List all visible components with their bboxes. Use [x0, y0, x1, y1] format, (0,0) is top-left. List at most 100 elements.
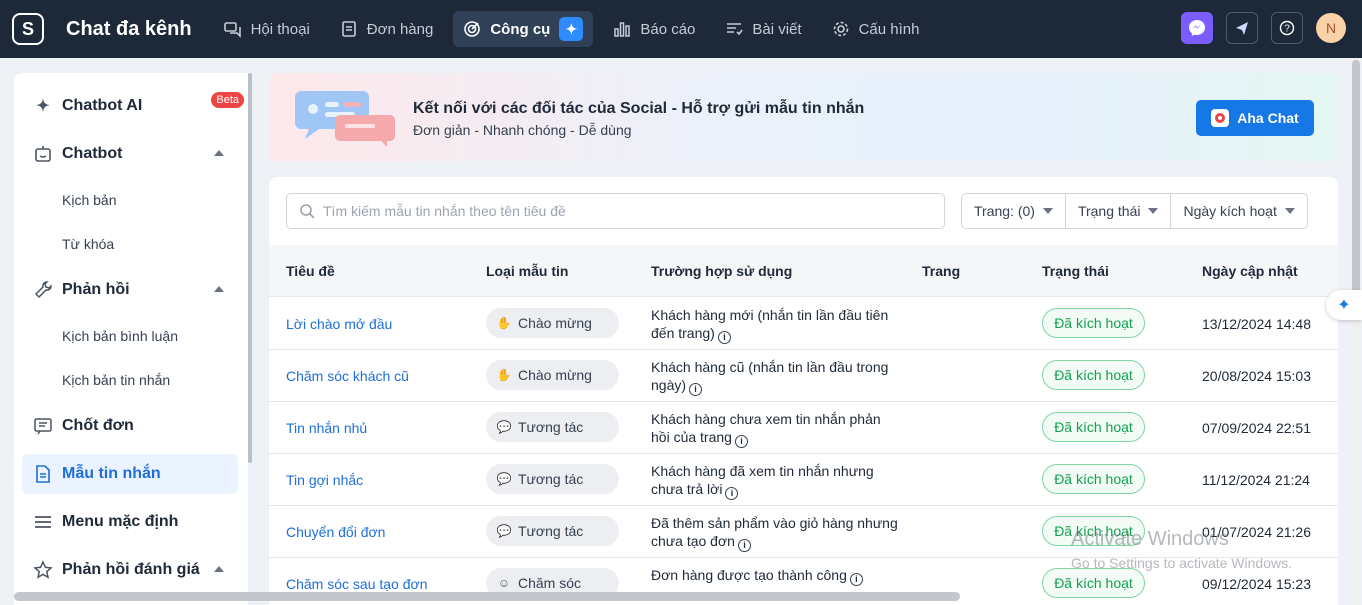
column-header[interactable]: Tiêu đề: [286, 263, 335, 279]
column-header[interactable]: Loại mẫu tin: [486, 263, 568, 279]
table-row[interactable]: Tin nhắn nhủ 💬 Tương tác Khách hàng chưa xe…: [269, 402, 1338, 454]
partner-banner: Kết nối với các đối tác của Social - Hỗ …: [269, 73, 1338, 161]
sidebar-item-review-reply[interactable]: Phản hồi đánh giá: [14, 550, 248, 590]
sidebar-subitem-message-script[interactable]: Kịch bản tin nhắn: [14, 362, 248, 398]
help-button[interactable]: ?: [1271, 12, 1303, 44]
nav-label: Đơn hàng: [366, 20, 434, 38]
sidebar-item-label: Chatbot: [62, 145, 123, 162]
sidebar-item-chatbot[interactable]: Chatbot: [14, 134, 248, 174]
column-header[interactable]: Trạng thái: [1042, 263, 1109, 279]
help-icon: ?: [1279, 20, 1295, 36]
table-row[interactable]: Lời chào mở đầu ✋ Chào mừng Khách hàng mới …: [269, 298, 1338, 350]
sidebar-item-label: Mẫu tin nhắn: [62, 465, 161, 482]
app-logo[interactable]: S: [12, 13, 44, 45]
chat-icon: [223, 22, 241, 38]
usecase-text: Khách hàng mới (nhắn tin lần đầu tiên đế…: [651, 307, 889, 341]
nav-item-tools[interactable]: Công cụ ✦: [453, 11, 594, 47]
chat-bubble-icon: 💬: [496, 524, 512, 538]
nav-item-settings[interactable]: Cấu hình: [822, 11, 930, 47]
messenger-icon: [1189, 20, 1205, 36]
usecase-cell: Khách hàng cũ (nhắn tin lần đầu trong ng…: [651, 358, 901, 396]
search-input[interactable]: [323, 203, 923, 219]
menu-icon: [32, 511, 54, 533]
usecase-text: Đơn hàng được tạo thành công: [651, 567, 847, 583]
messenger-button[interactable]: [1181, 12, 1213, 44]
order-icon: [341, 21, 356, 37]
template-type-label: Chăm sóc: [518, 575, 582, 591]
nav-label: Báo cáo: [640, 20, 696, 38]
filter-activation-date[interactable]: Ngày kích hoạt: [1171, 194, 1306, 228]
template-title-link[interactable]: Lời chào mở đầu: [286, 316, 392, 332]
info-icon[interactable]: i: [849, 572, 863, 586]
nav-item-conversations[interactable]: Hội thoại: [214, 11, 320, 47]
sidebar-item-label: Menu mặc định: [62, 513, 179, 530]
nav-item-orders[interactable]: Đơn hàng: [330, 11, 444, 47]
sidebar-subitem-script[interactable]: Kịch bản: [14, 182, 248, 218]
filter-page[interactable]: Trang: (0): [962, 194, 1066, 228]
usecase-cell: Khách hàng chưa xem tin nhắn phản hồi củ…: [651, 410, 901, 448]
filter-group: Trang: (0) Trạng thái Ngày kích hoạt: [961, 193, 1308, 229]
sidebar-item-reply[interactable]: Phản hồi: [14, 270, 248, 310]
sidebar-item-default-menu[interactable]: Menu mặc định: [14, 502, 248, 542]
updated-date: 11/12/2024 21:24: [1202, 472, 1310, 488]
usecase-text: Đã thêm sản phẩm vào giỏ hàng nhưng chưa…: [651, 515, 898, 549]
info-icon[interactable]: i: [717, 330, 731, 344]
nav-item-reports[interactable]: Báo cáo: [603, 11, 705, 47]
sidebar-item-close-order[interactable]: Chốt đơn: [14, 406, 248, 446]
sidebar-subitem-comment-script[interactable]: Kịch bản bình luận: [14, 318, 248, 354]
chevron-down-icon: [1042, 208, 1053, 214]
template-type-label: Tương tác: [518, 523, 584, 539]
sidebar-item-message-templates[interactable]: Mẫu tin nhắn: [22, 454, 238, 494]
template-title-link[interactable]: Tin nhắn nhủ: [286, 420, 367, 436]
beta-badge: Beta: [211, 92, 244, 108]
template-title-link[interactable]: Chăm sóc khách cũ: [286, 368, 409, 384]
banner-subtitle: Đơn giản - Nhanh chóng - Dễ dùng: [413, 122, 632, 138]
sidebar: ✦ Chatbot AI Beta Chatbot Kịch bản Từ kh…: [14, 73, 248, 605]
usecase-text: Khách hàng cũ (nhắn tin lần đầu trong ng…: [651, 359, 889, 393]
template-type-pill: 💬 Tương tác: [486, 516, 619, 546]
nav-item-posts[interactable]: Bài viết: [715, 11, 811, 47]
search-icon: [300, 204, 315, 219]
info-icon[interactable]: i: [725, 486, 739, 500]
usecase-text: Khách hàng đã xem tin nhắn nhưng chưa tr…: [651, 463, 874, 497]
usecase-cell: Khách hàng mới (nhắn tin lần đầu tiên đế…: [651, 306, 901, 344]
post-icon: [727, 23, 744, 36]
sidebar-item-chatbot-ai[interactable]: ✦ Chatbot AI Beta: [14, 86, 248, 126]
sparkle-icon: ✦: [36, 98, 50, 115]
floating-ai-button[interactable]: ✦: [1326, 290, 1362, 320]
table-row[interactable]: Chăm sóc khách cũ ✋ Chào mừng Khách hàng cũ…: [269, 350, 1338, 402]
filter-label: Ngày kích hoạt: [1183, 203, 1277, 219]
template-title-link[interactable]: Chuyển đổi đơn: [286, 524, 385, 540]
usecase-cell: Đơn hàng được tạo thành công i: [651, 566, 901, 586]
template-type-label: Tương tác: [518, 471, 584, 487]
aha-chat-label: Aha Chat: [1237, 110, 1299, 126]
usecase-cell: Khách hàng đã xem tin nhắn nhưng chưa tr…: [651, 462, 901, 500]
table-row[interactable]: Tin gợi nhắc 💬 Tương tác Khách hàng đã xem …: [269, 454, 1338, 506]
status-badge: Đã kích hoạt: [1042, 568, 1145, 598]
app-title: Chat đa kênh: [66, 17, 192, 40]
filter-status[interactable]: Trạng thái: [1066, 194, 1172, 228]
sidebar-scrollbar[interactable]: [248, 73, 252, 463]
wave-icon: ✋: [496, 316, 512, 330]
column-header[interactable]: Trường hợp sử dụng: [651, 263, 792, 279]
table-header: Tiêu đề Loại mẫu tin Trường hợp sử dụng …: [269, 245, 1338, 297]
info-icon[interactable]: i: [689, 382, 703, 396]
watermark-title: Activate Windows: [1071, 528, 1229, 550]
sidebar-subitem-keyword[interactable]: Từ khóa: [14, 226, 248, 262]
template-title-link[interactable]: Tin gợi nhắc: [286, 472, 363, 488]
watermark-subtitle: Go to Settings to activate Windows.: [1071, 555, 1292, 571]
message-list-icon: [32, 415, 54, 437]
template-title-link[interactable]: Chăm sóc sau tạo đơn: [286, 576, 427, 592]
column-header[interactable]: Trang: [922, 263, 960, 279]
aha-chat-button[interactable]: Aha Chat: [1196, 100, 1314, 136]
filter-label: Trang: (0): [974, 203, 1035, 219]
search-box[interactable]: [286, 193, 945, 229]
info-icon[interactable]: i: [734, 434, 748, 448]
avatar[interactable]: N: [1316, 13, 1346, 43]
horizontal-scrollbar[interactable]: [14, 592, 960, 601]
vertical-scrollbar[interactable]: [1352, 60, 1360, 310]
info-icon[interactable]: i: [737, 538, 751, 552]
status-badge: Đã kích hoạt: [1042, 412, 1145, 442]
send-button[interactable]: [1226, 12, 1258, 44]
column-header[interactable]: Ngày cập nhật: [1202, 263, 1298, 279]
